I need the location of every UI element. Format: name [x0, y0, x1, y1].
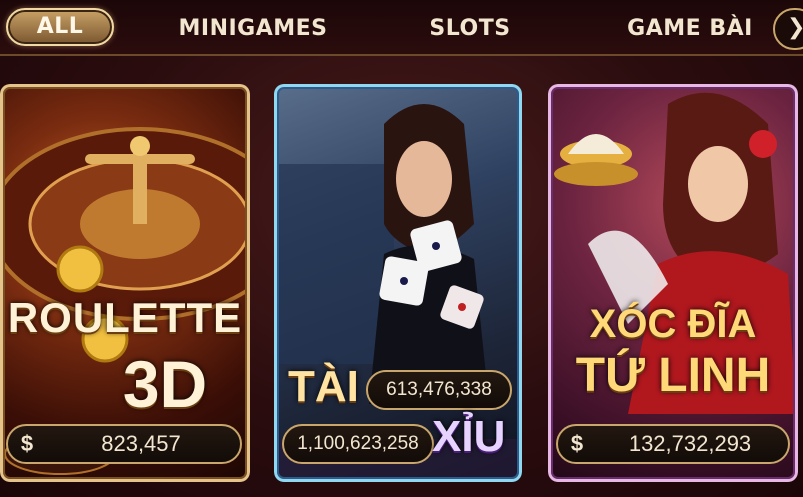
- xiu-label: XỈU: [432, 412, 506, 461]
- jackpot-value: 823,457: [101, 431, 181, 456]
- jackpot-counter-roulette: $ 823,457: [6, 424, 242, 464]
- tai-label: TÀI: [288, 362, 359, 411]
- tab-all[interactable]: ALL: [6, 8, 114, 46]
- game-card-tai-xiu[interactable]: TÀI 613,476,338 1,100,623,258 XỈU: [274, 84, 522, 482]
- game-title-xoc-dia: XÓC ĐĨA: [589, 302, 757, 346]
- game-title-3d: 3D: [122, 347, 208, 421]
- roulette-artwork: [0, 84, 250, 482]
- chevron-right-icon[interactable]: ❯: [773, 8, 803, 50]
- category-tab-bar: ALL MINIGAMES SLOTS GAME BÀI ❯: [0, 0, 803, 56]
- hostess-bowl-icon: [554, 92, 796, 414]
- tab-minigames[interactable]: MINIGAMES: [176, 10, 330, 48]
- roulette-wheel-icon: [0, 127, 250, 475]
- tab-slots[interactable]: SLOTS: [424, 10, 516, 48]
- game-title-roulette: ROULETTE: [7, 294, 243, 341]
- dollar-icon: $: [570, 431, 584, 456]
- xoc-dia-artwork: [548, 84, 798, 482]
- game-title-tu-linh: TỨ LINH: [575, 349, 771, 402]
- dollar-icon: $: [20, 431, 34, 456]
- game-card-xoc-dia-tu-linh[interactable]: XÓC ĐĨA TỨ LINH $ 132,732,293: [548, 84, 798, 482]
- jackpot-counter-xiu: 1,100,623,258: [282, 424, 434, 464]
- jackpot-counter-xoc-dia: $ 132,732,293: [556, 424, 790, 464]
- jackpot-counter-tai: 613,476,338: [366, 370, 512, 410]
- game-card-roulette-3d[interactable]: ROULETTE 3D $ 823,457: [0, 84, 250, 482]
- jackpot-value: 132,732,293: [628, 431, 752, 456]
- tab-game-bai[interactable]: GAME BÀI: [622, 10, 758, 48]
